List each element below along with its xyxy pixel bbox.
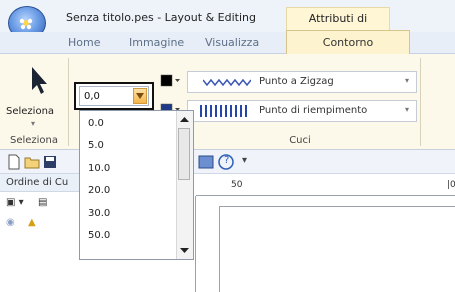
dropdown-option[interactable]: 5.0 bbox=[88, 140, 104, 151]
line-color-button[interactable] bbox=[159, 72, 181, 92]
chevron-down-icon[interactable]: ▾ bbox=[31, 119, 35, 128]
layout-view-icon[interactable] bbox=[198, 154, 214, 170]
group-separator bbox=[420, 58, 421, 146]
fill-pattern-icon bbox=[200, 105, 247, 117]
eye-icon[interactable]: ◉ bbox=[6, 217, 22, 233]
window-title: Senza titolo.pes - Layout & Editing bbox=[66, 11, 256, 24]
customize-toolbar-icon[interactable]: ▾ bbox=[242, 155, 247, 166]
panel-tool-icon[interactable]: ▤ bbox=[38, 197, 54, 213]
chevron-down-icon bbox=[136, 93, 144, 99]
save-icon[interactable] bbox=[42, 154, 58, 170]
tab-contorno[interactable]: Contorno bbox=[286, 30, 410, 55]
hoop-frame bbox=[219, 206, 455, 292]
tab-home[interactable]: Home bbox=[68, 32, 100, 54]
group-separator bbox=[68, 58, 69, 146]
dropdown-option[interactable]: 50.0 bbox=[88, 230, 110, 241]
fill-stitch-label: Punto di riempimento bbox=[259, 105, 368, 116]
scroll-down-icon[interactable] bbox=[177, 242, 192, 258]
zigzag-icon bbox=[203, 78, 251, 86]
dropdown-option[interactable]: 30.0 bbox=[88, 208, 110, 219]
group-label-stitch: Cuci bbox=[289, 135, 311, 146]
select-button-label[interactable]: Seleziona bbox=[6, 106, 54, 117]
ruler-label-50: 50 bbox=[231, 180, 243, 190]
dropdown-option[interactable]: 20.0 bbox=[88, 185, 110, 196]
panel-tool-button[interactable]: ▣ ▾ bbox=[6, 197, 34, 213]
ruler-label-partial: |0 bbox=[447, 180, 455, 190]
tab-immagine[interactable]: Immagine bbox=[129, 32, 184, 54]
line-color-icon bbox=[160, 74, 180, 87]
chevron-down-icon[interactable]: ▾ bbox=[405, 76, 409, 85]
dropdown-option[interactable]: 10.0 bbox=[88, 163, 110, 174]
scrollbar-thumb[interactable] bbox=[178, 128, 190, 180]
group-label-select: Seleziona bbox=[9, 135, 59, 146]
line-stitch-label: Punto a Zigzag bbox=[259, 76, 334, 87]
dropdown-option[interactable]: 0.0 bbox=[88, 118, 104, 129]
cursor-arrow-icon[interactable] bbox=[22, 64, 52, 98]
scroll-up-icon[interactable] bbox=[177, 112, 192, 128]
tab-visualizza[interactable]: Visualizza bbox=[205, 32, 259, 54]
open-folder-icon[interactable] bbox=[24, 154, 40, 170]
context-tab-header: Attributi di cucitura bbox=[286, 7, 390, 47]
chevron-down-icon[interactable]: ▾ bbox=[405, 105, 409, 114]
help-glyph: ? bbox=[224, 155, 230, 166]
new-file-icon[interactable] bbox=[6, 154, 22, 170]
lock-icon[interactable]: ▲ bbox=[28, 217, 44, 233]
app-flower-icon bbox=[19, 18, 33, 30]
